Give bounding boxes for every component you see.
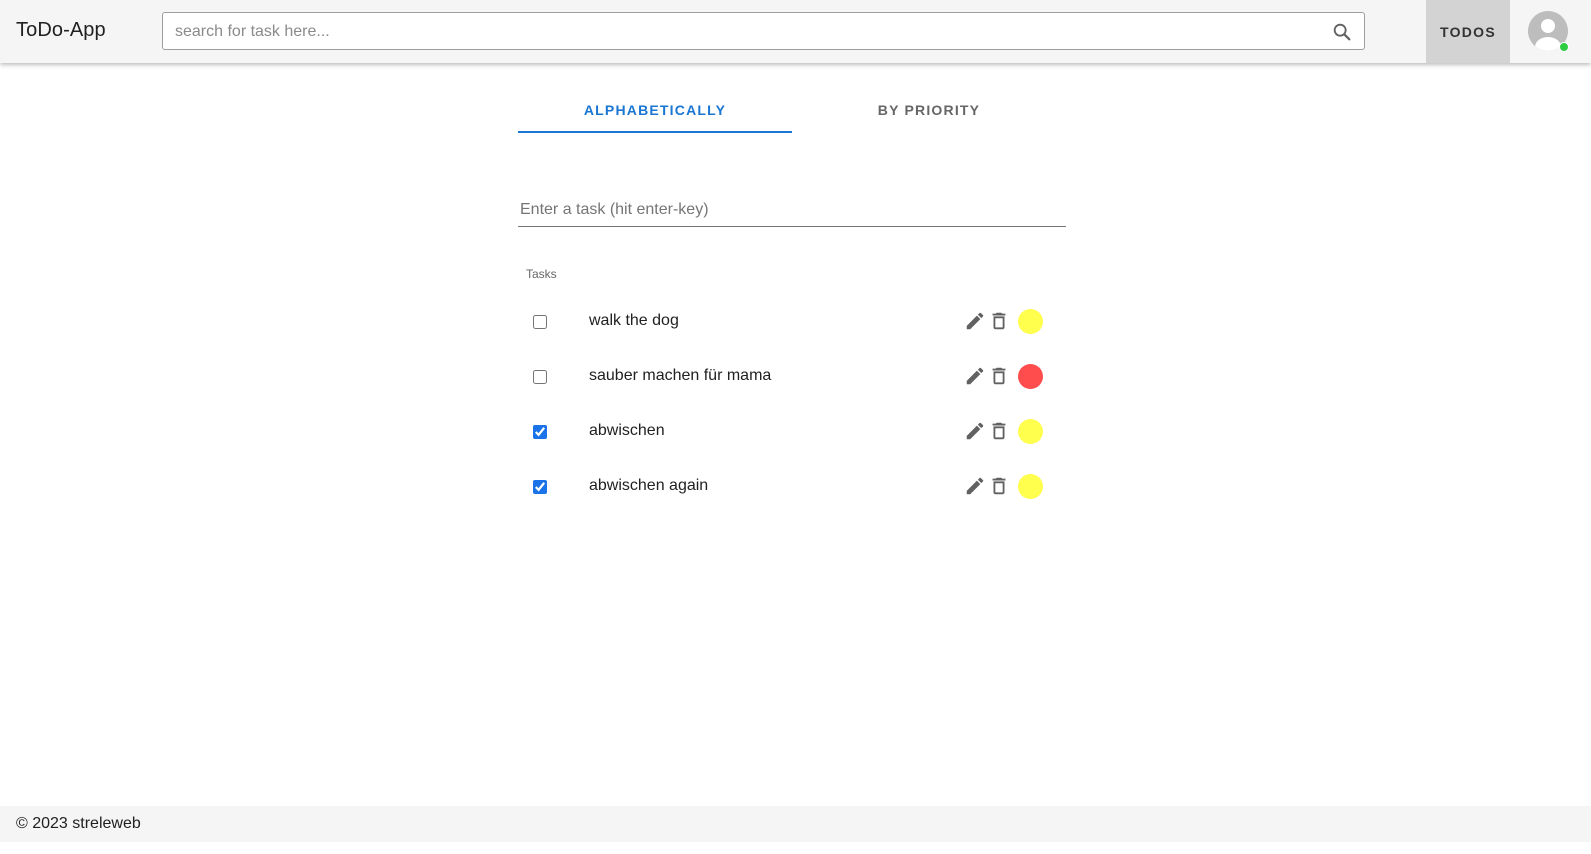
task-row: sauber machen für mama (518, 349, 1066, 404)
pencil-icon[interactable] (964, 420, 986, 442)
tab-alphabetically[interactable]: ALPHABETICALLY (518, 88, 792, 132)
priority-indicator[interactable] (1018, 474, 1043, 499)
app-title[interactable]: ToDo-App (16, 19, 106, 42)
trash-icon[interactable] (988, 420, 1010, 442)
task-label[interactable]: abwischen again (589, 477, 708, 495)
task-checkbox[interactable] (533, 480, 547, 494)
pencil-icon[interactable] (964, 310, 986, 332)
priority-indicator[interactable] (1018, 309, 1043, 334)
priority-indicator[interactable] (1018, 419, 1043, 444)
task-checkbox[interactable] (533, 370, 547, 384)
app-header: ToDo-App TODOS (0, 0, 1591, 63)
search-icon[interactable] (1331, 21, 1353, 43)
trash-icon[interactable] (988, 310, 1010, 332)
pencil-icon[interactable] (964, 475, 986, 497)
todos-nav-button[interactable]: TODOS (1426, 0, 1510, 63)
task-label[interactable]: sauber machen für mama (589, 367, 771, 385)
app-page: ToDo-App TODOS ALPHABETICALLY BY PRIORIT… (0, 0, 1591, 854)
task-checkbox[interactable] (533, 315, 547, 329)
trash-icon[interactable] (988, 365, 1010, 387)
task-list-header: Tasks (526, 267, 557, 281)
sort-tabs: ALPHABETICALLY BY PRIORITY (518, 88, 1066, 134)
search-box[interactable] (162, 12, 1365, 51)
task-checkbox[interactable] (533, 425, 547, 439)
priority-indicator[interactable] (1018, 364, 1043, 389)
task-label[interactable]: walk the dog (589, 312, 679, 330)
search-input[interactable] (173, 13, 1317, 51)
task-row: walk the dog (518, 294, 1066, 349)
trash-icon[interactable] (988, 475, 1010, 497)
new-task-input[interactable] (518, 195, 1070, 225)
task-row: abwischen (518, 404, 1066, 459)
copyright-text: © 2023 streleweb (16, 815, 141, 832)
active-tab-indicator (518, 131, 792, 133)
pencil-icon[interactable] (964, 365, 986, 387)
online-status-dot (1559, 42, 1569, 52)
new-task-field (518, 195, 1070, 227)
app-footer: © 2023 streleweb (0, 806, 1591, 842)
task-row: abwischen again (518, 459, 1066, 514)
tab-by-priority[interactable]: BY PRIORITY (792, 88, 1066, 132)
task-label[interactable]: abwischen (589, 422, 665, 440)
